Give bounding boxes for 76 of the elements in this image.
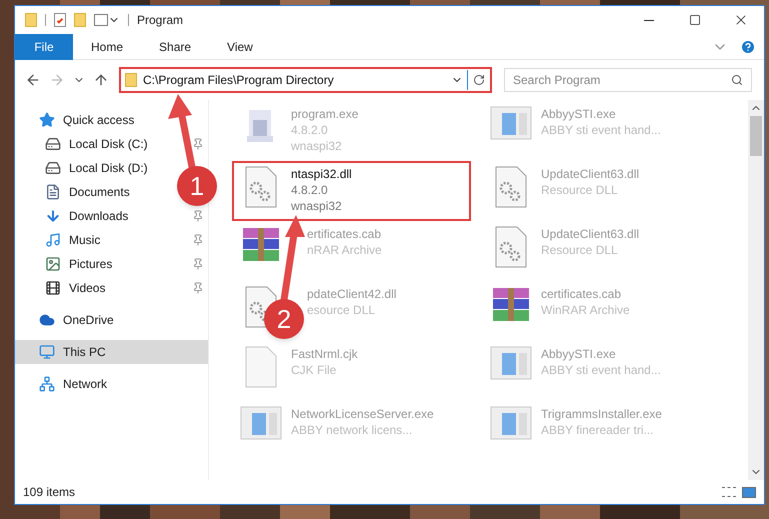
ribbon-tab[interactable]: Share <box>145 34 206 60</box>
network-icon <box>39 376 55 392</box>
document-icon <box>45 184 61 200</box>
back-button[interactable] <box>25 72 41 88</box>
details-view-icon[interactable] <box>722 487 736 497</box>
application-icon <box>490 106 532 140</box>
large-icons-view-icon[interactable] <box>742 486 756 498</box>
search-icon <box>731 74 743 86</box>
window-title: Program <box>137 12 184 29</box>
sidebar-item[interactable]: Local Disk (D:) <box>45 159 148 177</box>
view-options-icon[interactable] <box>94 14 108 26</box>
file-detail: ABBY sti event hand... <box>541 362 661 378</box>
drive-icon <box>45 136 61 152</box>
address-path: C:\Program Files\Program Directory <box>143 72 335 89</box>
application-icon <box>490 406 532 440</box>
maximize-icon <box>689 14 701 26</box>
address-bar[interactable]: C:\Program Files\Program Directory <box>119 67 492 93</box>
file-detail: wnaspi32 <box>291 138 343 154</box>
up-button[interactable] <box>93 72 109 88</box>
scrollbar-thumb[interactable] <box>750 116 762 156</box>
sidebar-item[interactable]: Pictures <box>45 255 112 273</box>
help-icon[interactable] <box>740 38 756 54</box>
settings-file-icon <box>495 226 527 268</box>
ribbon-tab[interactable]: Home <box>77 34 138 60</box>
pin-icon[interactable] <box>192 258 204 270</box>
pin-icon[interactable] <box>192 282 204 294</box>
item-count: 109 items <box>23 484 76 501</box>
settings-file-icon <box>495 166 527 208</box>
sidebar-item[interactable]: Network <box>39 375 108 393</box>
sidebar-item[interactable]: Music <box>45 231 100 249</box>
file-detail: ABBY network licens... <box>291 422 414 438</box>
sidebar-item[interactable]: Videos <box>45 279 106 297</box>
file-detail: esource DLL <box>307 302 376 318</box>
file-name[interactable]: ntaspi32.dll <box>291 166 352 182</box>
sidebar-item[interactable]: Quick access <box>39 111 134 129</box>
file-detail: wnaspi32 <box>291 198 343 214</box>
blank-file-icon <box>245 346 277 388</box>
pin-icon[interactable] <box>192 138 204 150</box>
ribbon-tab[interactable]: File <box>15 34 73 60</box>
file-detail: Resource DLL <box>541 242 619 258</box>
computer-icon <box>39 344 55 360</box>
pin-icon[interactable] <box>192 210 204 222</box>
search-input[interactable]: Search Program <box>513 71 731 89</box>
settings-file-icon <box>245 166 277 208</box>
archive-icon <box>241 226 281 264</box>
application-icon <box>240 406 282 440</box>
file-detail: nRAR Archive <box>307 242 382 258</box>
refresh-icon[interactable] <box>473 74 485 86</box>
film-icon <box>45 280 61 296</box>
properties-icon[interactable] <box>54 13 66 27</box>
file-detail: WinRAR Archive <box>541 302 630 318</box>
file-detail: 4.8.2.0 <box>291 182 329 198</box>
sidebar-item[interactable]: Local Disk (C:) <box>45 135 148 153</box>
file-detail: Resource DLL <box>541 182 619 198</box>
pin-icon[interactable] <box>192 234 204 246</box>
sidebar-item[interactable]: Downloads <box>45 207 128 225</box>
search-field[interactable]: Search Program <box>504 68 752 92</box>
folder-icon <box>25 13 37 27</box>
sidebar-item[interactable]: This PC <box>39 343 106 361</box>
sidebar-item[interactable]: OneDrive <box>39 311 114 329</box>
folder-icon <box>125 73 137 87</box>
file-detail: CJK File <box>291 362 338 378</box>
drive-icon <box>45 160 61 176</box>
scrollbar[interactable] <box>748 100 764 480</box>
ribbon-tab[interactable]: View <box>213 34 267 60</box>
application-icon <box>490 346 532 380</box>
music-icon <box>45 232 61 248</box>
archive-icon <box>491 286 531 324</box>
sidebar-item[interactable]: Documents <box>45 183 130 201</box>
file-detail: ABBY finereader tri... <box>541 422 654 438</box>
star-icon <box>39 112 55 128</box>
picture-icon <box>45 256 61 272</box>
file-detail: ABBY sti event hand... <box>541 122 661 138</box>
file-detail: 4.8.2.0 <box>291 122 329 138</box>
cloud-icon <box>39 312 55 328</box>
download-icon <box>45 208 61 224</box>
